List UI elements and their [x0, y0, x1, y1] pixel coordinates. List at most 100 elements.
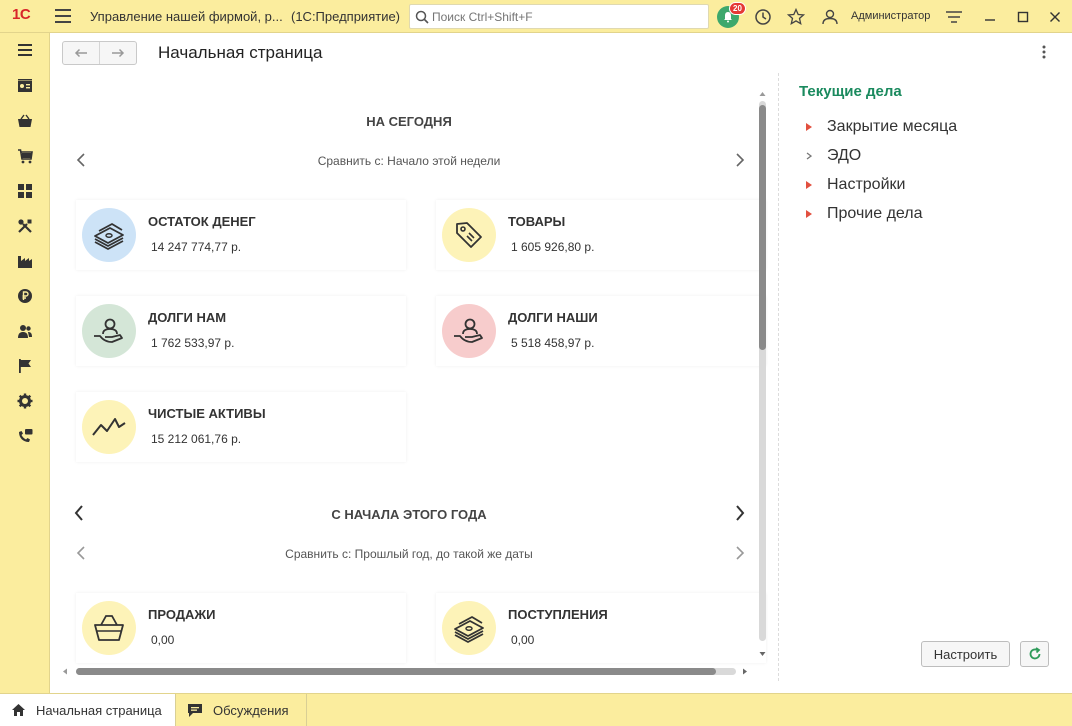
app-subtitle: (1С:Предприятие) [291, 9, 401, 24]
task-item-edo[interactable]: ЭДО [799, 141, 1059, 170]
section-today-header: НА СЕГОДНЯ [366, 114, 452, 129]
open-windows-bar: Начальная страница Обсуждения [0, 693, 1072, 726]
phone-chat-icon[interactable] [13, 424, 37, 448]
card-receivables[interactable]: ДОЛГИ НАМ 1 762 533,97 р. [76, 296, 406, 366]
year-compare-next-chevron-icon[interactable] [730, 543, 750, 563]
search-input[interactable] [432, 9, 702, 24]
current-tasks-panel: Текущие дела Закрытие месяца ЭДО Настрой… [799, 83, 1059, 683]
money-stack-icon [82, 208, 136, 262]
card-payables[interactable]: ДОЛГИ НАШИ 5 518 458,97 р. [436, 296, 766, 366]
tab-discussions[interactable]: Обсуждения [177, 694, 307, 726]
chat-icon [187, 702, 203, 718]
card-value: 5 518 458,97 р. [511, 336, 595, 350]
hand-person-icon [442, 304, 496, 358]
card-net-assets[interactable]: ЧИСТЫЕ АКТИВЫ 15 212 061,76 р. [76, 392, 406, 462]
gear-icon[interactable] [13, 389, 37, 413]
expand-chevron-icon [799, 151, 827, 160]
notifications-button[interactable]: 20 [716, 2, 746, 29]
main-area: Начальная страница НА СЕГОДНЯ Сравнить с… [50, 33, 1072, 693]
task-label: Закрытие месяца [827, 117, 958, 135]
scrollbar-thumb[interactable] [76, 668, 716, 675]
card-title: ДОЛГИ НАМ [148, 310, 227, 325]
close-icon[interactable] [1043, 5, 1067, 29]
card-value: 15 212 061,76 р. [151, 432, 242, 446]
basket-icon [82, 601, 136, 655]
card-value: 1 762 533,97 р. [151, 336, 235, 350]
trend-line-icon [82, 400, 136, 454]
grid-icon[interactable] [13, 179, 37, 203]
favorites-star-icon[interactable] [784, 5, 808, 29]
card-value: 14 247 774,77 р. [151, 240, 242, 254]
task-label: Настройки [827, 175, 906, 193]
main-menu-icon[interactable] [55, 9, 71, 23]
card-value: 0,00 [511, 633, 535, 647]
card-title: ЧИСТЫЕ АКТИВЫ [148, 406, 266, 421]
section-year-header: С НАЧАЛА ЭТОГО ГОДА [331, 507, 487, 522]
sections-panel [0, 33, 50, 693]
search-box[interactable] [409, 4, 709, 29]
search-icon [412, 7, 432, 27]
expand-triangle-icon [799, 209, 827, 218]
cart-icon[interactable] [13, 144, 37, 168]
card-title: ПРОДАЖИ [148, 607, 216, 622]
card-cash-balance[interactable]: ОСТАТОК ДЕНЕГ 14 247 774,77 р. [76, 200, 406, 270]
task-item-settings[interactable]: Настройки [799, 170, 1059, 199]
refresh-button[interactable] [1020, 641, 1049, 667]
dashboard-panel: НА СЕГОДНЯ Сравнить с: Начало этой недел… [64, 73, 768, 681]
money-stack-icon [442, 601, 496, 655]
flag-icon[interactable] [13, 354, 37, 378]
refresh-icon [1029, 647, 1040, 660]
hand-person-icon [82, 304, 136, 358]
card-title: ТОВАРЫ [508, 214, 566, 229]
page-title: Начальная страница [158, 43, 323, 62]
ruble-icon[interactable] [13, 284, 37, 308]
expand-triangle-icon [799, 180, 827, 189]
notification-badge: 20 [729, 2, 746, 15]
settings-menu-icon[interactable] [942, 5, 966, 29]
history-navigation [62, 41, 137, 65]
expand-triangle-icon [799, 122, 827, 131]
compare-period-link[interactable]: Сравнить с: Начало этой недели [64, 154, 754, 168]
year-compare-period-link[interactable]: Сравнить с: Прошлый год, до такой же дат… [64, 547, 754, 561]
tab-label: Начальная страница [36, 702, 162, 718]
task-item-other[interactable]: Прочие дела [799, 199, 1059, 228]
staff-icon[interactable] [13, 319, 37, 343]
factory-icon[interactable] [13, 249, 37, 273]
tools-icon[interactable] [13, 214, 37, 238]
task-label: Прочие дела [827, 204, 923, 222]
card-goods[interactable]: ТОВАРЫ 1 605 926,80 р. [436, 200, 766, 270]
maximize-icon[interactable] [1011, 5, 1035, 29]
card-title: ОСТАТОК ДЕНЕГ [148, 214, 256, 229]
card-value: 1 605 926,80 р. [511, 240, 595, 254]
panel-divider[interactable] [778, 73, 779, 681]
tab-home[interactable]: Начальная страница [0, 694, 176, 726]
app-title: Управление нашей фирмой, р... [90, 9, 283, 24]
crm-card-icon[interactable] [13, 74, 37, 98]
task-label: ЭДО [827, 146, 862, 164]
period-next-chevron-icon[interactable] [730, 503, 750, 523]
more-options-icon[interactable] [1037, 43, 1051, 61]
card-sales[interactable]: ПРОДАЖИ 0,00 [76, 593, 406, 663]
minimize-icon[interactable] [978, 5, 1002, 29]
card-receipts[interactable]: ПОСТУПЛЕНИЯ 0,00 [436, 593, 766, 663]
user-icon[interactable] [818, 5, 842, 29]
user-name[interactable]: Администратор [851, 10, 930, 22]
tab-label: Обсуждения [213, 702, 289, 718]
compare-next-chevron-icon[interactable] [730, 150, 750, 170]
card-title: ПОСТУПЛЕНИЯ [508, 607, 608, 622]
history-icon[interactable] [751, 5, 775, 29]
app-logo[interactable]: 1С [12, 6, 31, 23]
vertical-scrollbar[interactable] [756, 83, 768, 663]
tasks-title: Текущие дела [799, 83, 902, 100]
setup-button[interactable]: Настроить [921, 641, 1010, 667]
card-title: ДОЛГИ НАШИ [508, 310, 598, 325]
horizontal-scrollbar[interactable] [62, 665, 748, 677]
price-tag-icon [442, 208, 496, 262]
menu-icon[interactable] [13, 38, 37, 62]
forward-arrow-icon[interactable] [100, 42, 136, 64]
back-arrow-icon[interactable] [63, 42, 100, 64]
scrollbar-thumb[interactable] [759, 105, 766, 350]
basket-icon[interactable] [13, 109, 37, 133]
card-value: 0,00 [151, 633, 175, 647]
task-item-month-close[interactable]: Закрытие месяца [799, 112, 1059, 141]
